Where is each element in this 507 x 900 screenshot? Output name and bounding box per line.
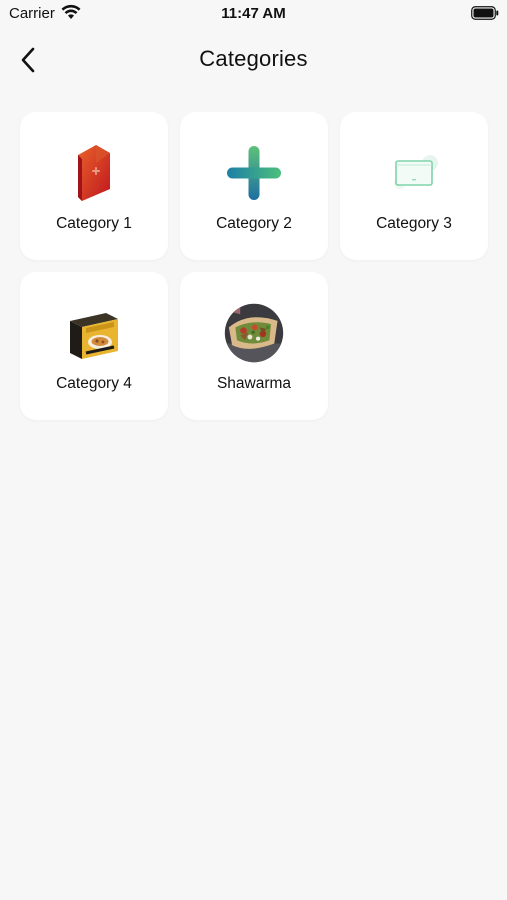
status-bar: Carrier 11:47 AM — [0, 0, 507, 28]
plus-cross-icon — [224, 143, 284, 203]
category-grid: Category 1 Category 2 Category 3 Categor… — [20, 112, 490, 420]
nav-bar: Categories — [0, 36, 507, 84]
monitor-card-icon — [384, 143, 444, 203]
category-label: Category 4 — [56, 375, 132, 392]
category-label: Category 1 — [56, 215, 132, 232]
category-label: Shawarma — [216, 375, 292, 392]
category-card-2[interactable]: Category 2 — [180, 112, 328, 260]
food-box-icon — [64, 303, 124, 363]
shawarma-photo-icon — [224, 303, 284, 363]
red-tag-icon — [64, 143, 124, 203]
category-card-shawarma[interactable]: Shawarma — [180, 272, 328, 420]
page-title: Categories — [199, 46, 308, 71]
category-label: Category 3 — [376, 215, 452, 232]
category-card-4[interactable]: Category 4 — [20, 272, 168, 420]
clock: 11:47 AM — [221, 5, 286, 22]
category-card-1[interactable]: Category 1 — [20, 112, 168, 260]
category-label: Category 2 — [216, 215, 292, 232]
category-card-3[interactable]: Category 3 — [340, 112, 488, 260]
battery-icon — [471, 6, 499, 20]
